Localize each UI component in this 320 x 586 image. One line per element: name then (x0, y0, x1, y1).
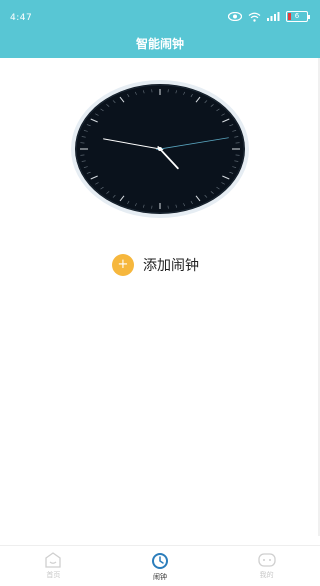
nav-label-home: 首页 (46, 571, 61, 579)
page-title: 智能闹钟 (0, 34, 320, 58)
battery-icon: 6 (286, 11, 310, 22)
eye-icon (228, 12, 242, 21)
status-icons: 6 (228, 11, 310, 22)
plus-icon: + (112, 254, 134, 276)
nav-item-home[interactable]: 首页 (0, 546, 107, 586)
battery-level: 6 (294, 12, 300, 20)
nav-item-profile[interactable]: 我的 (213, 546, 320, 586)
status-time: 4:47 (10, 13, 33, 23)
bottom-nav: 首页 闹钟 我的 (0, 545, 320, 586)
clock-icon (152, 553, 168, 569)
analog-clock (70, 79, 250, 219)
profile-icon (258, 553, 276, 567)
nav-label-alarm: 闹钟 (153, 573, 167, 581)
status-bar: 4:47 6 (0, 0, 320, 34)
home-icon (45, 552, 61, 568)
nav-item-alarm[interactable]: 闹钟 (107, 546, 214, 586)
signal-icon (267, 12, 280, 21)
add-alarm-label: 添加闹钟 (143, 258, 199, 274)
nav-label-profile: 我的 (259, 571, 274, 579)
add-alarm-button[interactable]: + 添加闹钟 (112, 254, 199, 276)
wifi-icon (248, 12, 261, 22)
